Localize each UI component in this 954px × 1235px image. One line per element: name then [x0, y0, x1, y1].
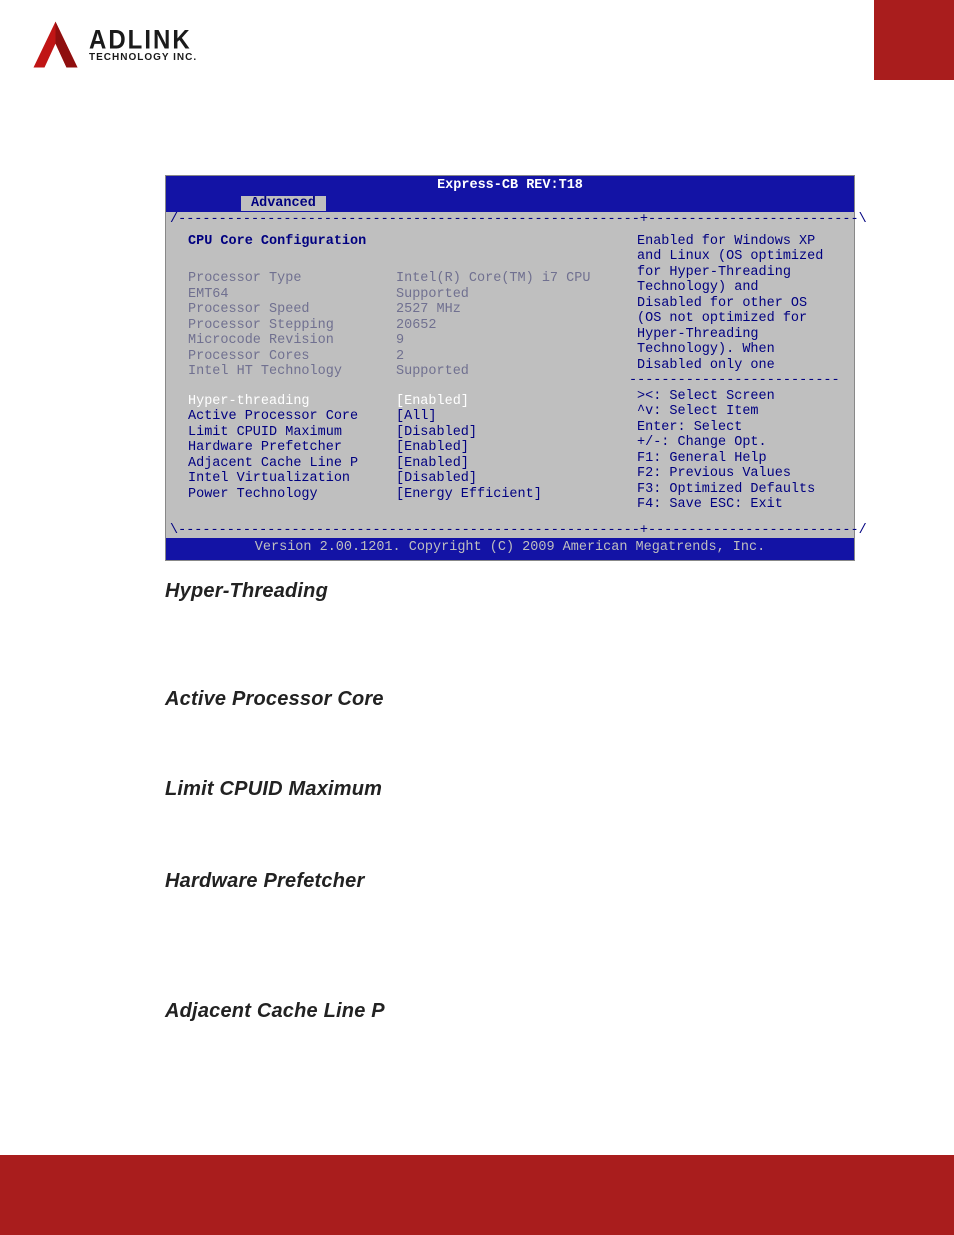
bios-info-row: Processor Cores2 — [188, 349, 619, 365]
bios-option-label: Power Technology — [188, 487, 396, 503]
bios-tab-row: Advanced — [166, 196, 854, 213]
bios-info-value: 9 — [396, 333, 404, 349]
bios-info-label: Microcode Revision — [188, 333, 396, 349]
bios-info-value: Intel(R) Core(TM) i7 CPU — [396, 271, 590, 287]
bios-help-line: Technology). When — [637, 342, 844, 358]
doc-heading-limit-cpuid: Limit CPUID Maximum — [165, 778, 382, 801]
bios-info-row: EMT64Supported — [188, 287, 619, 303]
bios-option-value: [Energy Efficient] — [396, 487, 542, 503]
bios-info-row: Processor Speed2527 MHz — [188, 302, 619, 318]
bios-help-line: Hyper-Threading — [637, 327, 844, 343]
bios-info-row: Microcode Revision9 — [188, 333, 619, 349]
bios-info-value: 2527 MHz — [396, 302, 461, 318]
doc-heading-adjacent-cache: Adjacent Cache Line P — [165, 1000, 385, 1023]
bios-info-label: Processor Type — [188, 271, 396, 287]
bios-option-value: [Disabled] — [396, 425, 477, 441]
bios-info-row: Processor Stepping20652 — [188, 318, 619, 334]
ascii-divider: -------------------------- — [629, 373, 844, 389]
bios-info-row: Intel HT TechnologySupported — [188, 364, 619, 380]
bios-info-value: Supported — [396, 364, 469, 380]
bios-option-label: Active Processor Core — [188, 409, 396, 425]
bios-option-label: Adjacent Cache Line P — [188, 456, 396, 472]
bios-option-label: Intel Virtualization — [188, 471, 396, 487]
bios-option-value: [All] — [396, 409, 437, 425]
bottom-accent-band — [0, 1155, 954, 1235]
bios-option-row[interactable]: Adjacent Cache Line P[Enabled] — [188, 456, 619, 472]
bios-nav-line: ^v: Select Item — [637, 404, 844, 420]
bios-option-row[interactable]: Active Processor Core[All] — [188, 409, 619, 425]
ascii-border-top: /---------------------------------------… — [166, 212, 854, 228]
bios-option-value: [Disabled] — [396, 471, 477, 487]
bios-title: Express-CB REV:T18 — [166, 176, 854, 196]
bios-screenshot: Express-CB REV:T18 Advanced /-----------… — [165, 175, 855, 561]
bios-info-label: Processor Stepping — [188, 318, 396, 334]
bios-left-pane: CPU Core Configuration Processor TypeInt… — [166, 228, 629, 523]
doc-heading-hyper-threading: Hyper-Threading — [165, 580, 328, 603]
bios-info-label: Processor Speed — [188, 302, 396, 318]
bios-nav-line: F3: Optimized Defaults — [637, 482, 844, 498]
bios-nav-line: Enter: Select — [637, 420, 844, 436]
ascii-border-bot: \---------------------------------------… — [166, 523, 854, 539]
bios-option-row[interactable]: Hyper-threading[Enabled] — [188, 394, 619, 410]
bios-help-line: Technology) and — [637, 280, 844, 296]
bios-info-row: Processor TypeIntel(R) Core(TM) i7 CPU — [188, 271, 619, 287]
bios-option-value: [Enabled] — [396, 440, 469, 456]
bios-nav-line: ><: Select Screen — [637, 389, 844, 405]
bios-footer: Version 2.00.1201. Copyright (C) 2009 Am… — [166, 538, 854, 560]
bios-option-value: [Enabled] — [396, 394, 469, 410]
bios-help-line: for Hyper-Threading — [637, 265, 844, 281]
bios-info-value: 2 — [396, 349, 404, 365]
bios-info-label: EMT64 — [188, 287, 396, 303]
bios-info-value: 20652 — [396, 318, 437, 334]
logo-text: ADLINK — [89, 27, 197, 53]
logo-mark-icon — [28, 18, 83, 73]
doc-heading-hardware-prefetcher: Hardware Prefetcher — [165, 870, 364, 893]
bios-info-label: Intel HT Technology — [188, 364, 396, 380]
bios-nav-line: +/-: Change Opt. — [637, 435, 844, 451]
bios-help-line: and Linux (OS optimized — [637, 249, 844, 265]
bios-option-row[interactable]: Intel Virtualization[Disabled] — [188, 471, 619, 487]
bios-option-label: Hyper-threading — [188, 394, 396, 410]
logo: ADLINK TECHNOLOGY INC. — [28, 18, 197, 73]
bios-help-line: (OS not optimized for — [637, 311, 844, 327]
bios-section-heading: CPU Core Configuration — [188, 234, 619, 250]
bios-option-label: Limit CPUID Maximum — [188, 425, 396, 441]
bios-right-pane: Enabled for Windows XPand Linux (OS opti… — [629, 228, 854, 523]
bios-option-value: [Enabled] — [396, 456, 469, 472]
top-right-accent — [874, 0, 954, 80]
bios-tab-advanced[interactable]: Advanced — [241, 196, 326, 212]
bios-option-label: Hardware Prefetcher — [188, 440, 396, 456]
bios-nav-line: F4: Save ESC: Exit — [637, 497, 844, 513]
bios-help-line: Disabled for other OS — [637, 296, 844, 312]
bios-option-row[interactable]: Limit CPUID Maximum[Disabled] — [188, 425, 619, 441]
bios-nav-line: F2: Previous Values — [637, 466, 844, 482]
bios-nav-line: F1: General Help — [637, 451, 844, 467]
bios-help-line: Enabled for Windows XP — [637, 234, 844, 250]
bios-info-label: Processor Cores — [188, 349, 396, 365]
bios-info-value: Supported — [396, 287, 469, 303]
bios-option-row[interactable]: Power Technology[Energy Efficient] — [188, 487, 619, 503]
bios-body: CPU Core Configuration Processor TypeInt… — [166, 228, 854, 523]
bios-help-line: Disabled only one — [637, 358, 844, 374]
doc-heading-active-processor-core: Active Processor Core — [165, 688, 384, 711]
bios-option-row[interactable]: Hardware Prefetcher[Enabled] — [188, 440, 619, 456]
